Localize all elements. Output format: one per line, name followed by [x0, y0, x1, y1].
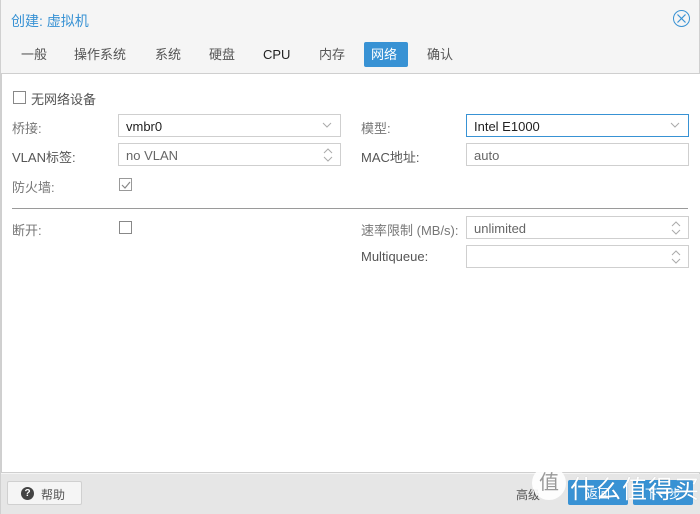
rate-limit-value: unlimited	[474, 221, 527, 236]
rate-limit-spinner[interactable]: unlimited	[466, 216, 689, 239]
circle-x-icon	[677, 14, 686, 23]
tab-cpu[interactable]: CPU	[256, 42, 297, 67]
vlan-label: VLAN标签:	[12, 150, 76, 165]
advanced-checkbox-label[interactable]: 高级	[516, 486, 540, 503]
spinner-arrows-icon[interactable]	[671, 220, 681, 236]
disconnect-label: 断开:	[12, 223, 42, 238]
close-button[interactable]	[673, 10, 690, 27]
back-button[interactable]: 返回	[568, 480, 628, 505]
firewall-label: 防火墙:	[12, 180, 55, 195]
tab-memory[interactable]: 内存	[312, 42, 352, 67]
mac-input[interactable]: auto	[466, 143, 689, 166]
rate-limit-label: 速率限制 (MB/s):	[361, 223, 459, 238]
mac-value: auto	[474, 148, 500, 163]
checkmark-icon	[121, 181, 131, 189]
dialog-footer: ? 帮助 高级 返回 下一步	[1, 474, 700, 514]
wizard-tabs: 一般 操作系统 系统 硬盘 CPU 内存 网络 确认	[1, 42, 700, 68]
bridge-select[interactable]: vmbr0	[118, 114, 341, 137]
multiqueue-spinner[interactable]	[466, 245, 689, 268]
model-label: 模型:	[361, 121, 391, 136]
next-label: 下一步	[644, 487, 681, 501]
mac-label: MAC地址:	[361, 150, 420, 165]
title-bar: 创建: 虚拟机	[1, 0, 700, 38]
vlan-spinner[interactable]: no VLAN	[118, 143, 341, 166]
back-label: 返回	[585, 487, 610, 501]
chevron-down-icon	[670, 122, 680, 128]
chevron-down-icon	[322, 122, 332, 128]
spinner-arrows-icon[interactable]	[323, 147, 333, 163]
bridge-value: vmbr0	[126, 119, 163, 134]
network-panel: 无网络设备 桥接: vmbr0 VLAN标签: no VLAN 防火墙: 模型:…	[1, 73, 700, 473]
create-vm-dialog: 创建: 虚拟机 一般 操作系统 系统 硬盘 CPU 内存 网络 确认 无网络设备…	[0, 0, 700, 514]
help-label: 帮助	[41, 488, 66, 502]
disconnect-checkbox[interactable]	[119, 221, 132, 234]
model-value: Intel E1000	[474, 119, 540, 134]
question-circle-icon: ?	[21, 487, 34, 500]
no-network-checkbox[interactable]	[13, 91, 26, 104]
vlan-value: no VLAN	[126, 148, 179, 163]
tab-confirm[interactable]: 确认	[420, 42, 460, 67]
spinner-arrows-icon[interactable]	[671, 249, 681, 265]
tab-general[interactable]: 一般	[14, 42, 54, 67]
firewall-checkbox[interactable]	[119, 178, 132, 191]
section-divider	[12, 208, 688, 209]
tab-os[interactable]: 操作系统	[67, 42, 133, 67]
no-network-label: 无网络设备	[31, 92, 97, 107]
multiqueue-label: Multiqueue:	[361, 249, 429, 264]
model-select[interactable]: Intel E1000	[466, 114, 689, 137]
dialog-title: 创建: 虚拟机	[11, 13, 89, 29]
bridge-label: 桥接:	[12, 121, 42, 136]
tab-network[interactable]: 网络	[364, 42, 408, 67]
help-button[interactable]: ? 帮助	[7, 481, 82, 505]
next-button[interactable]: 下一步	[633, 480, 693, 505]
tab-system[interactable]: 系统	[148, 42, 188, 67]
tab-disk[interactable]: 硬盘	[202, 42, 242, 67]
